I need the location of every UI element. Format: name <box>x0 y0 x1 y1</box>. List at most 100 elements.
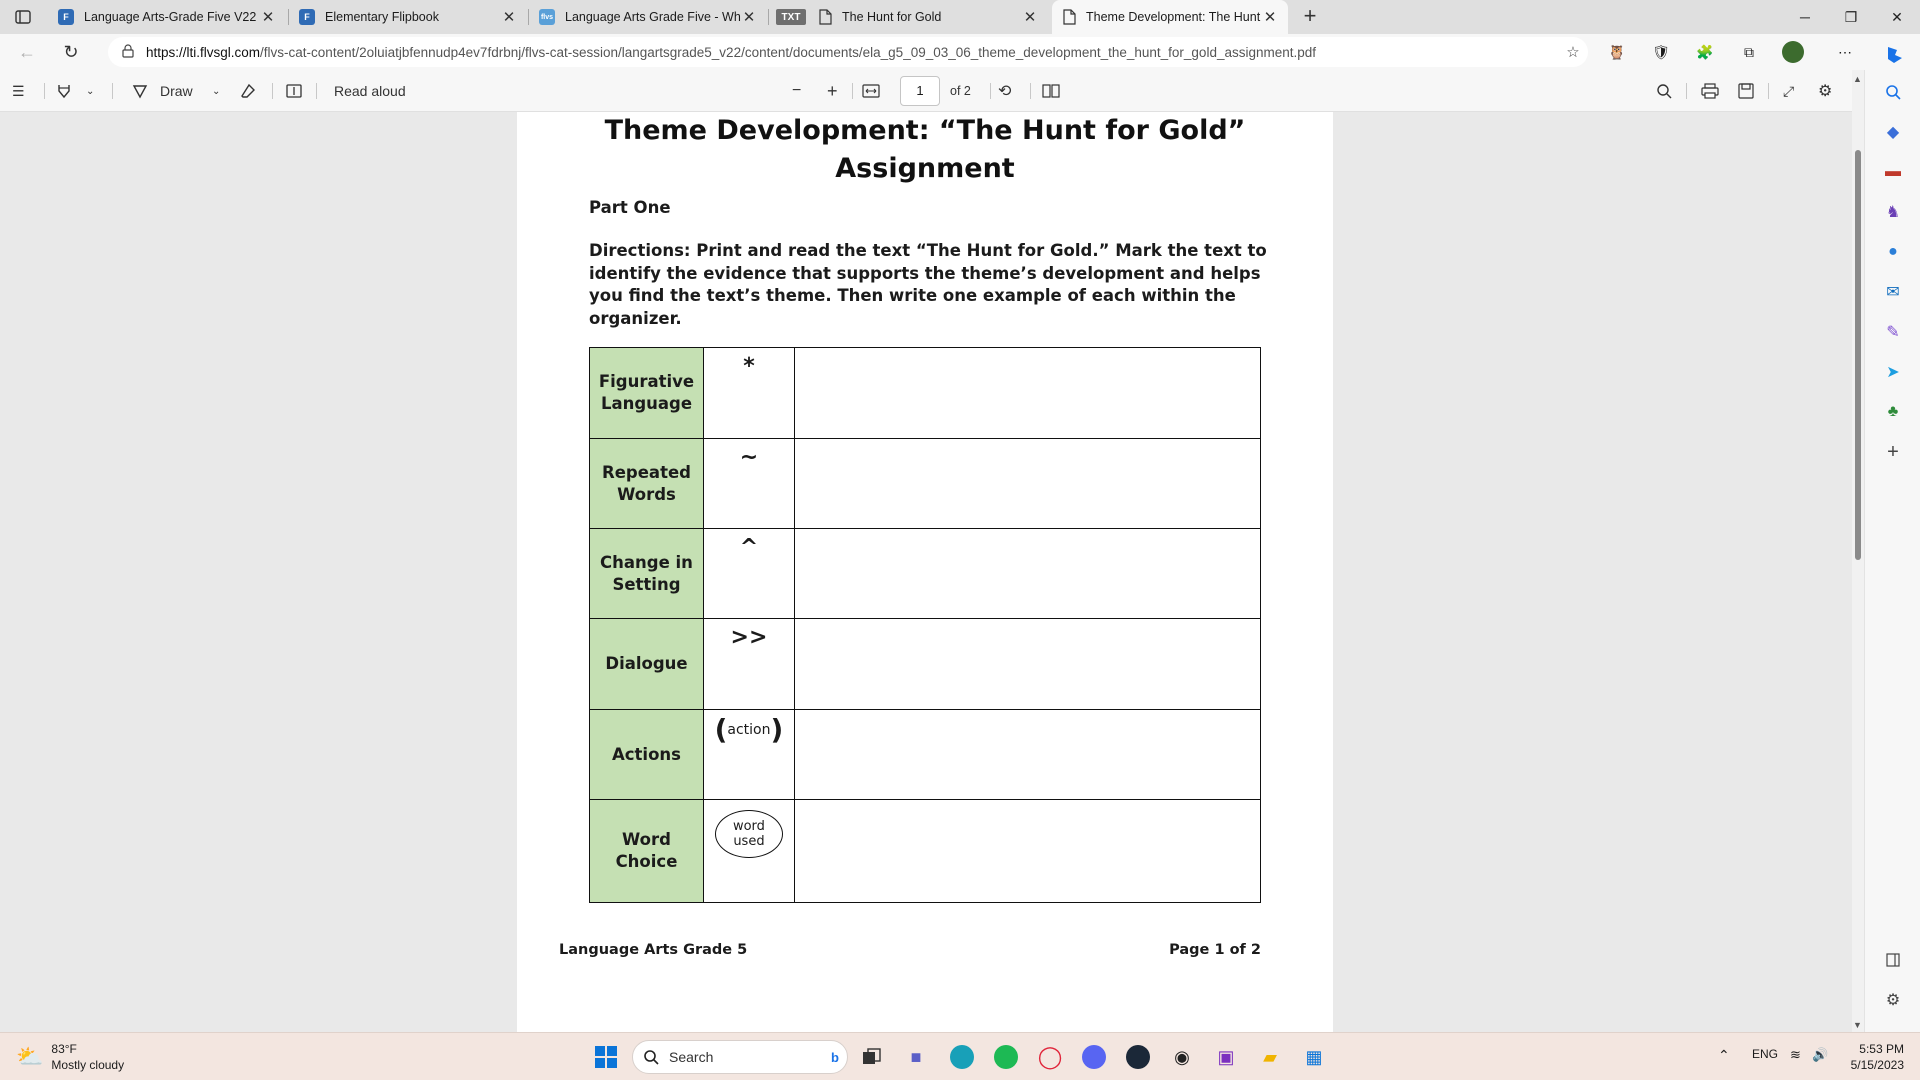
edge-browser-icon[interactable] <box>946 1041 978 1073</box>
contents-list-icon[interactable]: ☰ <box>12 81 25 101</box>
steam-icon[interactable] <box>1122 1041 1154 1073</box>
draw-button[interactable]: Draw <box>132 81 193 101</box>
pdf-settings-gear-icon[interactable]: ⚙ <box>1818 81 1832 101</box>
extensions-puzzle-icon[interactable]: 🧩 <box>1694 41 1716 63</box>
back-button[interactable]: ← <box>12 38 42 66</box>
title-line-2: Assignment <box>835 153 1015 184</box>
discord-icon[interactable] <box>1078 1041 1110 1073</box>
language-indicator[interactable]: ENG <box>1752 1047 1778 1061</box>
spotify-icon[interactable] <box>990 1041 1022 1073</box>
expand-icon[interactable]: ⤢ <box>1783 81 1794 101</box>
table-row: Change in Setting ^ <box>589 528 1262 619</box>
teams-chat-icon[interactable]: ■ <box>900 1041 932 1073</box>
page-number: 1 <box>916 83 924 98</box>
scroll-down-icon[interactable]: ▼ <box>1853 1020 1862 1030</box>
scrollbar-thumb[interactable] <box>1855 150 1861 560</box>
tab-title: Language Arts-Grade Five V22 ( <box>84 10 260 24</box>
brawlhalla-icon[interactable]: ◉ <box>1166 1041 1198 1073</box>
wifi-icon[interactable]: ≋ <box>1790 1047 1801 1063</box>
sidebar-search-icon[interactable] <box>1881 80 1905 104</box>
zoom-in-button[interactable]: + <box>827 81 838 101</box>
close-tab-icon[interactable]: ✕ <box>1262 8 1278 26</box>
close-tab-icon[interactable]: ✕ <box>741 8 757 26</box>
highlight-icon[interactable] <box>56 81 72 101</box>
find-search-icon[interactable] <box>1656 81 1672 101</box>
profile-avatar[interactable] <box>1782 41 1804 63</box>
draw-dropdown-icon[interactable]: ⌄ <box>212 81 220 101</box>
weather-description: Mostly cloudy <box>51 1058 125 1072</box>
close-tab-icon[interactable]: ✕ <box>501 8 517 26</box>
refresh-button[interactable]: ↻ <box>56 38 86 66</box>
minimize-button[interactable]: ─ <box>1782 0 1828 34</box>
url-text: https://lti.flvsgl.com/flvs-cat-content/… <box>146 45 1558 60</box>
fit-to-width-icon[interactable] <box>862 81 880 101</box>
rotate-icon[interactable]: ⟲ <box>998 81 1011 101</box>
restore-button[interactable]: ❐ <box>1828 0 1874 34</box>
sidebar-shopping-tag-icon[interactable]: ◆ <box>1881 120 1905 144</box>
toolbar-separator <box>1030 83 1031 99</box>
tab-language-arts-v22[interactable]: F Language Arts-Grade Five V22 ( ✕ <box>48 0 286 34</box>
text-box-icon[interactable] <box>286 81 302 101</box>
tab-actions-button[interactable] <box>8 4 38 30</box>
row-label-line: Words <box>617 484 676 504</box>
tab-hunt-for-gold-txt[interactable]: TXT The Hunt for Gold ✕ <box>766 0 1048 34</box>
print-icon[interactable] <box>1701 81 1719 101</box>
sidebar-toggle-icon[interactable] <box>1881 948 1905 972</box>
sidebar-outlook-icon[interactable]: ✉ <box>1881 280 1905 304</box>
task-view-icon[interactable] <box>856 1041 888 1073</box>
extension-shield-icon[interactable]: 🛡 <box>1650 41 1672 63</box>
volume-icon[interactable]: 🔊 <box>1812 1047 1828 1063</box>
sidebar-games-icon[interactable]: ♞ <box>1881 200 1905 224</box>
symbol-action-text: action <box>727 722 771 738</box>
collections-icon[interactable]: ⧉ <box>1738 41 1760 63</box>
pdf-viewer[interactable]: Theme Development: “The Hunt for Gold” A… <box>0 112 1852 1032</box>
vertical-scrollbar[interactable]: ▲ ▼ <box>1852 70 1864 1032</box>
sidebar-add-icon[interactable]: + <box>1881 440 1905 464</box>
tab-theme-development[interactable]: Theme Development: The Hunt f ✕ <box>1052 0 1288 34</box>
settings-more-icon[interactable]: ⋯ <box>1834 41 1856 63</box>
favorite-star-icon[interactable]: ☆ <box>1558 43 1588 61</box>
page-view-icon[interactable] <box>1042 81 1060 101</box>
page-number-input[interactable]: 1 <box>900 76 940 106</box>
sidebar-tree-icon[interactable]: ♣ <box>1881 400 1905 424</box>
microsoft-store-icon[interactable]: ▦ <box>1298 1041 1330 1073</box>
scroll-up-icon[interactable]: ▲ <box>1853 74 1862 84</box>
answer-cell[interactable] <box>793 528 1262 619</box>
tab-language-arts-grade-five[interactable]: flvs Language Arts Grade Five - Wha ✕ <box>529 0 767 34</box>
save-icon[interactable] <box>1738 81 1754 101</box>
sidebar-designer-icon[interactable]: ✎ <box>1881 320 1905 344</box>
close-tab-icon[interactable]: ✕ <box>1022 8 1038 26</box>
row-label-line: Figurative <box>598 372 695 391</box>
opera-gx-icon[interactable]: ◯ <box>1034 1041 1066 1073</box>
new-tab-button[interactable]: + <box>1296 4 1324 30</box>
sidebar-office-icon[interactable]: ● <box>1881 240 1905 264</box>
answer-cell[interactable] <box>793 438 1262 529</box>
windows-start-icon[interactable] <box>590 1041 622 1073</box>
pdf-toolbar: ☰ ⌄ Draw ⌄ Read aloud − + 1 of 2 ⟲ ⤢ ⚙ <box>0 70 1864 112</box>
sidebar-send-icon[interactable]: ➤ <box>1881 360 1905 384</box>
answer-cell[interactable] <box>793 709 1262 800</box>
eraser-icon[interactable] <box>240 81 256 101</box>
sidebar-tools-briefcase-icon[interactable]: ▬ <box>1881 160 1905 184</box>
address-bar[interactable]: https://lti.flvsgl.com/flvs-cat-content/… <box>108 37 1588 67</box>
extension-icon[interactable]: 🦉 <box>1606 41 1628 63</box>
answer-cell[interactable] <box>793 618 1262 710</box>
show-hidden-icons-chevron[interactable]: ⌃ <box>1718 1047 1730 1064</box>
answer-cell[interactable] <box>793 347 1262 439</box>
taskbar-search[interactable]: Search b <box>632 1040 848 1074</box>
document-icon <box>1063 9 1076 25</box>
answer-cell[interactable] <box>793 799 1262 903</box>
close-window-button[interactable]: ✕ <box>1874 0 1920 34</box>
system-clock[interactable]: 5:53 PM 5/15/2023 <box>1840 1041 1904 1073</box>
tab-elementary-flipbook[interactable]: F Elementary Flipbook ✕ <box>289 0 527 34</box>
bing-copilot-icon[interactable] <box>1880 38 1908 66</box>
read-aloud-button[interactable]: Read aloud <box>334 81 406 101</box>
media-player-icon[interactable]: ▣ <box>1210 1041 1242 1073</box>
sidebar-settings-gear-icon[interactable]: ⚙ <box>1881 988 1905 1012</box>
highlight-dropdown-icon[interactable]: ⌄ <box>86 81 94 101</box>
zoom-out-button[interactable]: − <box>792 81 801 101</box>
footer-course: Language Arts Grade 5 <box>559 942 748 958</box>
file-explorer-icon[interactable]: ▰ <box>1254 1041 1286 1073</box>
close-tab-icon[interactable]: ✕ <box>260 8 276 26</box>
weather-widget[interactable]: ⛅ 83°F Mostly cloudy <box>16 1041 124 1073</box>
